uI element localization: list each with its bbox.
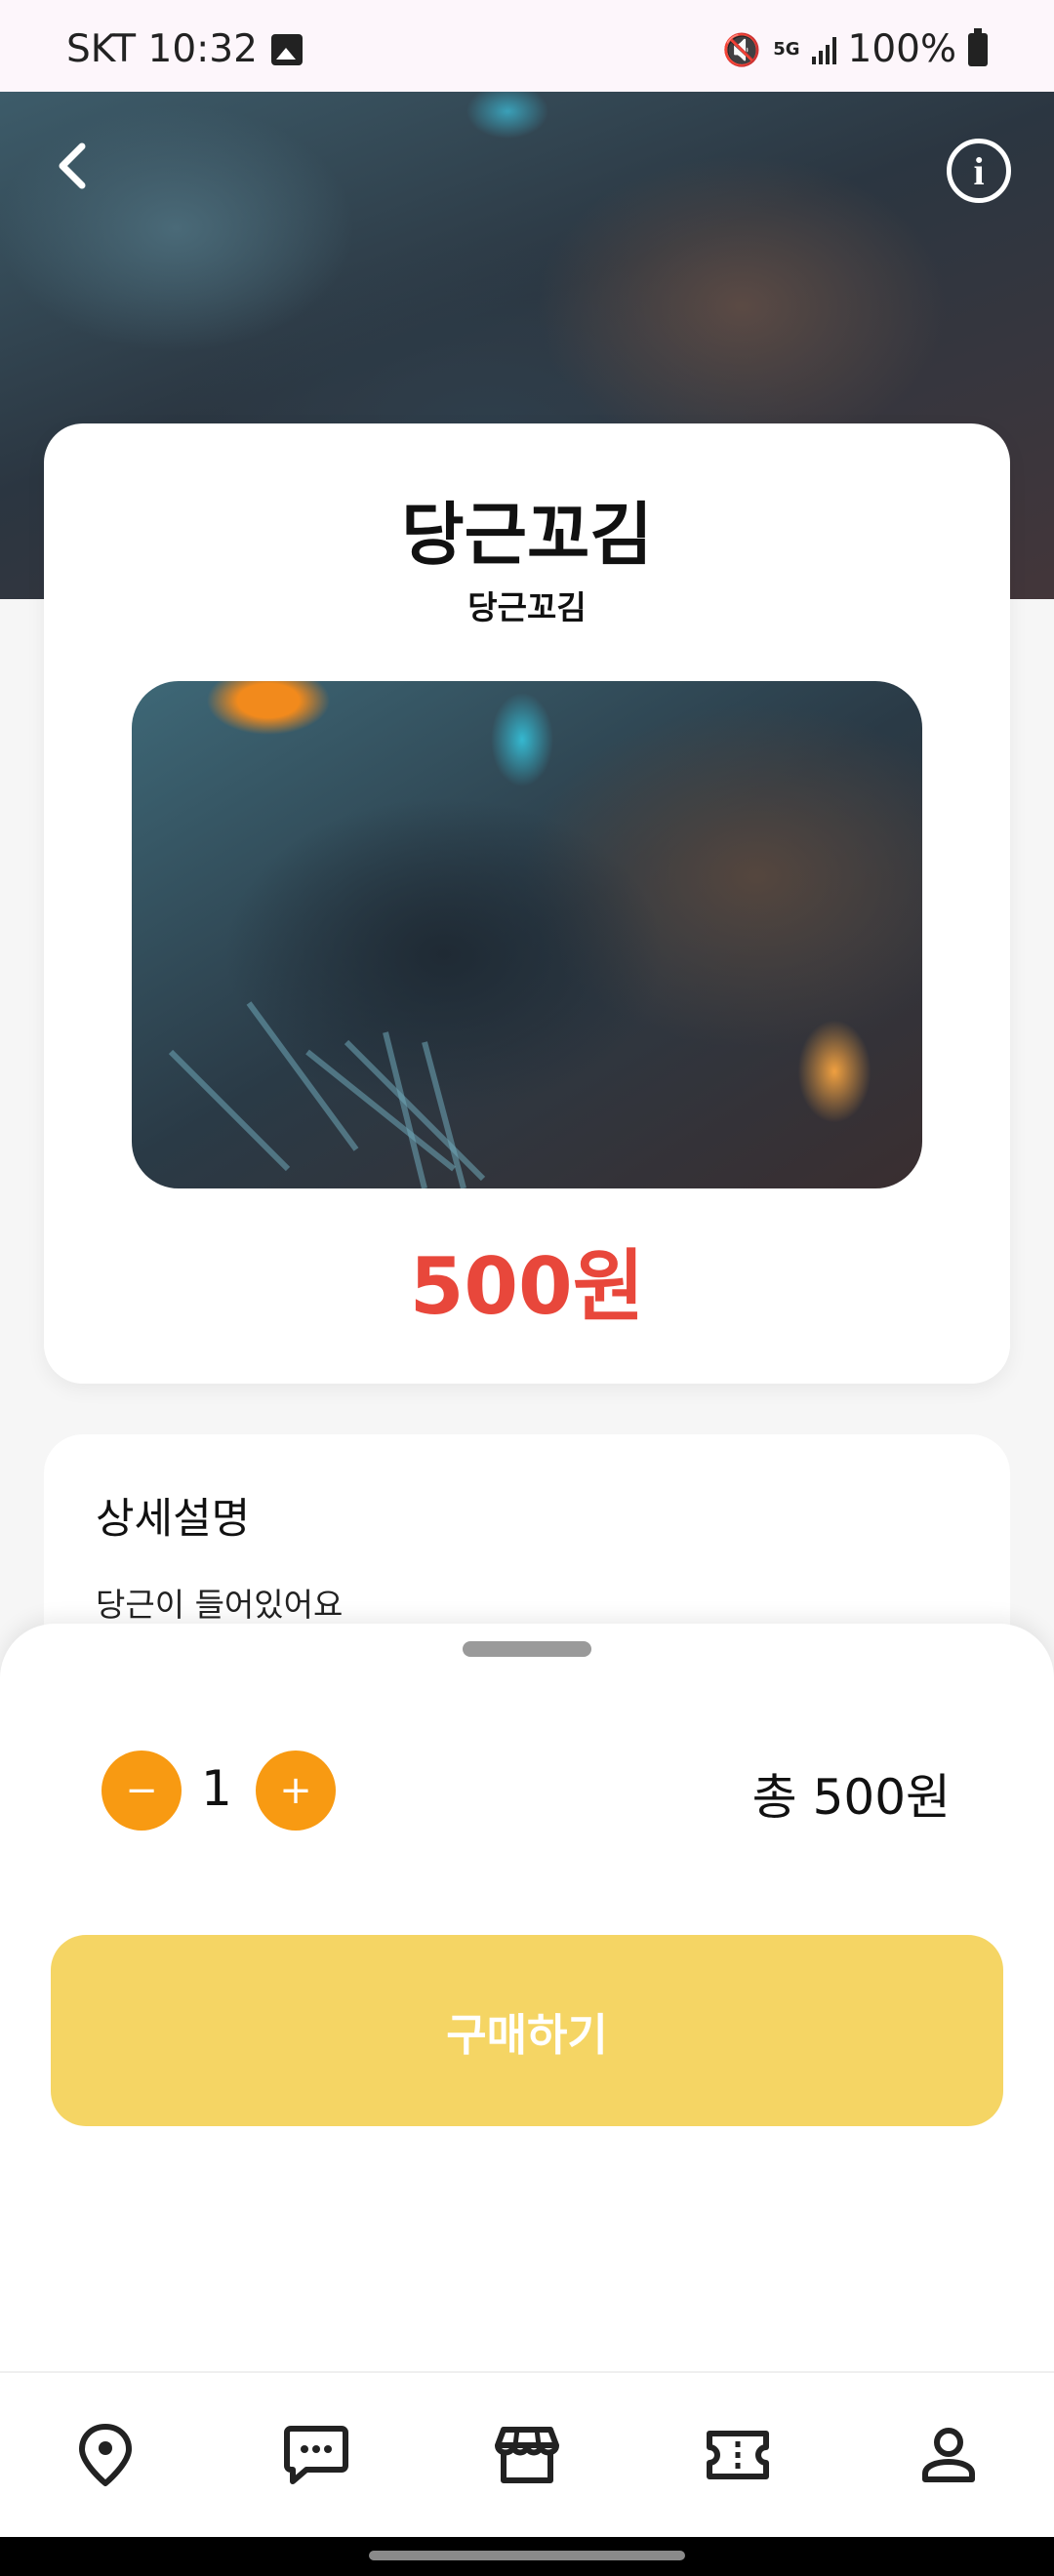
status-left: SKT 10:32 (66, 27, 303, 71)
gallery-notification-icon (270, 33, 303, 65)
nav-item-chat[interactable] (211, 2373, 422, 2537)
nav-item-ticket[interactable] (632, 2373, 843, 2537)
quantity-plus-button[interactable]: + (256, 1751, 336, 1831)
quantity-minus-button[interactable]: − (101, 1751, 182, 1831)
product-image-texture (168, 1001, 486, 1188)
home-gesture-handle[interactable] (369, 2551, 685, 2560)
status-right: 🔇 5G 100% (722, 27, 988, 71)
nav-item-profile[interactable] (843, 2373, 1054, 2537)
quantity-value: 1 (201, 1760, 232, 1817)
product-subtitle: 당근꼬김 (467, 588, 587, 626)
order-bottom-sheet: − 1 + 총 500원 구매하기 (0, 1624, 1054, 2371)
bottom-nav (0, 2371, 1054, 2537)
carrier-time: SKT 10:32 (66, 27, 258, 71)
map-pin-icon (79, 2424, 132, 2486)
network-type: 5G (773, 38, 800, 60)
mute-icon: 🔇 (722, 30, 762, 68)
product-price: 500원 (409, 1241, 645, 1332)
chat-icon (284, 2426, 348, 2484)
back-arrow-icon[interactable] (55, 137, 98, 195)
sheet-drag-handle[interactable] (463, 1641, 591, 1657)
product-card: 당근꼬김 당근꼬김 500원 (44, 423, 1010, 1384)
store-icon (495, 2427, 559, 2483)
system-gesture-bar (0, 2537, 1054, 2576)
battery-percent: 100% (847, 27, 957, 71)
info-icon[interactable]: i (947, 139, 1011, 203)
nav-item-map[interactable] (0, 2373, 211, 2537)
ticket-icon (707, 2431, 769, 2479)
status-bar: SKT 10:32 🔇 5G 100% (0, 0, 1054, 92)
buy-button[interactable]: 구매하기 (51, 1935, 1003, 2126)
product-title: 당근꼬김 (401, 495, 653, 575)
nav-item-store[interactable] (422, 2373, 632, 2537)
battery-icon (968, 27, 988, 66)
description-heading: 상세설명 (96, 1495, 251, 1544)
description-text: 당근이 들어있어요 (96, 1586, 344, 1624)
product-image (132, 681, 922, 1188)
signal-icon (811, 35, 836, 64)
profile-icon (922, 2428, 975, 2482)
total-price: 총 500원 (751, 1769, 951, 1826)
